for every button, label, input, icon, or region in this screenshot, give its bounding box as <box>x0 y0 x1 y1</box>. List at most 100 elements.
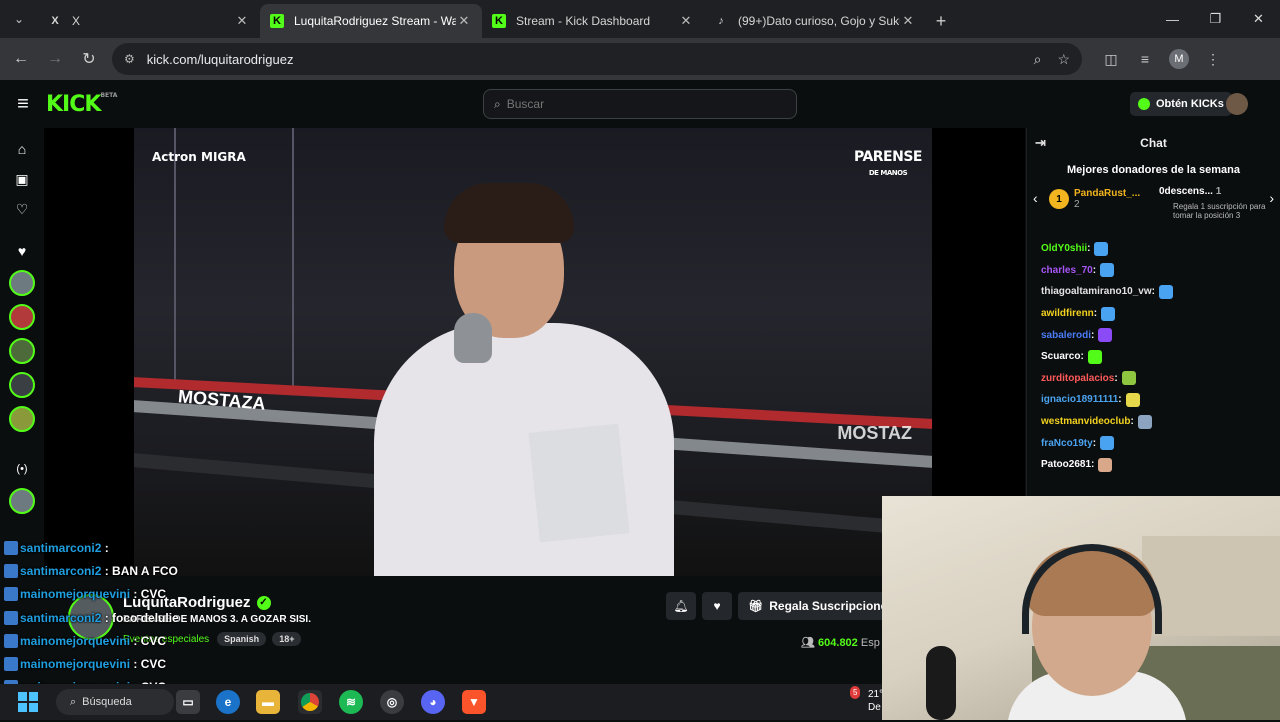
live-broadcast-icon: (•) <box>16 463 28 475</box>
chat-messages: OldY0shii: charles_70: thiagoaltamirano10_… <box>1027 228 1280 476</box>
close-icon[interactable]: ✕ <box>456 13 472 29</box>
chat-message: westmanvideoclub: <box>1041 411 1266 433</box>
search-input[interactable] <box>506 97 662 111</box>
channel-avatar[interactable] <box>9 270 35 296</box>
top-donors: Mejores donadores de la semana ‹ › 1 Pan… <box>1033 164 1274 220</box>
channel-avatar[interactable] <box>9 372 35 398</box>
task-view-icon[interactable]: ▭ <box>176 690 200 714</box>
subscriber-badge-icon <box>4 540 18 555</box>
event-logo: PARENSE DE MANOS <box>853 149 923 177</box>
chat-username[interactable]: sabalerodi <box>1041 330 1091 341</box>
taskbar-search[interactable]: ⌕ Búsqueda <box>56 689 174 715</box>
channel-avatar[interactable] <box>9 338 35 364</box>
weather-widget[interactable]: 5 21° De <box>840 686 883 714</box>
host-figure <box>374 323 674 576</box>
close-window-icon[interactable]: ✕ <box>1237 0 1280 38</box>
chat-username[interactable]: Scuarco <box>1041 351 1080 362</box>
emote-icon <box>1100 263 1115 278</box>
tab-search-icon[interactable]: ⌄ <box>0 0 38 38</box>
chat-username[interactable]: OldY0shii <box>1041 243 1087 254</box>
chat-message: sabalerodi: <box>1041 324 1266 346</box>
browser-menu-icon[interactable]: ⋮ <box>1196 43 1230 75</box>
video-player[interactable]: MOSTAZA MOSTAZ Actron MIGRA PARENSE DE MA… <box>44 128 1025 576</box>
notification-bell-icon[interactable]: 🔔︎ <box>666 592 696 620</box>
viewers-icon: 👥︎ <box>801 637 815 649</box>
spotify-icon[interactable]: ≋ <box>339 690 363 714</box>
chat-message: fraNco19ty: <box>1041 432 1266 454</box>
chat-username[interactable]: Patoo2681 <box>1041 459 1091 470</box>
new-tab-button[interactable]: + <box>926 4 956 38</box>
chevron-right-icon[interactable]: › <box>1269 190 1274 206</box>
emote-icon <box>1087 349 1102 364</box>
tab-title: (99+)Dato curioso, Gojo y Suku <box>738 14 900 28</box>
channel-avatar[interactable] <box>9 304 35 330</box>
edge-icon[interactable]: e <box>216 690 240 714</box>
file-explorer-icon[interactable]: ▬ <box>256 690 280 714</box>
channel-avatar[interactable] <box>9 488 35 514</box>
subscriber-badge-icon <box>4 587 18 602</box>
back-arrow-icon[interactable]: ← <box>4 42 38 76</box>
tab-title: Stream - Kick Dashboard <box>516 14 651 28</box>
get-kicks-button[interactable]: Obtén KICKs <box>1130 92 1232 116</box>
video-frame[interactable]: MOSTAZA MOSTAZ Actron MIGRA PARENSE DE MA… <box>134 128 932 576</box>
emote-icon <box>1100 436 1115 451</box>
search-icon: ⌕ <box>70 695 77 708</box>
emote-icon <box>1094 241 1109 256</box>
chat-username[interactable]: thiagoaltamirano10_vw <box>1041 286 1152 297</box>
tab-x[interactable]: X X ✕ <box>38 4 260 38</box>
minimize-icon[interactable]: — <box>1151 0 1194 38</box>
tab-kick-dashboard[interactable]: K Stream - Kick Dashboard ✕ <box>482 4 704 38</box>
chrome-icon[interactable] <box>298 690 322 714</box>
reload-icon[interactable]: ↻ <box>72 42 106 76</box>
extensions-icon[interactable]: ◫ <box>1094 43 1128 75</box>
overlay-username: mainomejorquevini <box>20 633 131 648</box>
overlay-username: mainomejorquevini <box>20 657 131 672</box>
chat-message: Scuarco: <box>1041 346 1266 368</box>
browse-icon[interactable]: ▣ <box>7 164 37 194</box>
close-icon[interactable]: ✕ <box>234 13 250 29</box>
subscriber-badge-icon <box>4 657 18 672</box>
collapse-chat-icon[interactable]: ⇥ <box>1035 135 1046 151</box>
emote-icon <box>1098 457 1113 472</box>
obs-icon[interactable]: ◎ <box>380 690 404 714</box>
overlay-username: santimarconi2 <box>20 610 102 625</box>
chat-username[interactable]: westmanvideoclub <box>1041 416 1130 427</box>
tab-kick-stream[interactable]: K LuquitaRodriguez Stream - Wat ✕ <box>260 4 482 38</box>
ring-sponsor-right: MOSTAZ <box>837 423 912 443</box>
overlay-chat-line: mainomejorquevini : CVC <box>4 629 284 652</box>
close-icon[interactable]: ✕ <box>678 13 694 29</box>
chat-username[interactable]: fraNco19ty <box>1041 438 1093 449</box>
forward-arrow-icon[interactable]: → <box>38 42 72 76</box>
site-settings-icon[interactable]: ⚙ <box>124 52 135 66</box>
chat-panel: ⇥ Chat Mejores donadores de la semana ‹ … <box>1026 128 1280 498</box>
follow-heart-button[interactable]: ♥ <box>702 592 732 620</box>
home-icon[interactable]: ⌂ <box>7 134 37 164</box>
chevron-left-icon[interactable]: ‹ <box>1033 190 1038 206</box>
kick-logo[interactable]: KICKBETA <box>46 92 117 117</box>
search-box[interactable]: ⌕ <box>483 89 797 119</box>
bookmark-star-icon[interactable]: ☆ <box>1057 51 1070 68</box>
menu-hamburger-icon[interactable]: ≡ <box>0 93 46 116</box>
tab-tiktok[interactable]: ♪ (99+)Dato curioso, Gojo y Suku ✕ <box>704 4 926 38</box>
discord-icon[interactable]: ◕ <box>421 690 445 714</box>
webcam-overlay <box>882 496 1280 720</box>
chat-username[interactable]: ignacio18911111 <box>1041 394 1118 405</box>
user-avatar[interactable] <box>1226 93 1248 115</box>
channel-avatar[interactable] <box>9 406 35 432</box>
windows-start-icon[interactable] <box>18 692 38 712</box>
chat-username[interactable]: charles_70 <box>1041 265 1093 276</box>
zoom-icon[interactable]: ⌕ <box>1034 51 1042 68</box>
gift-subscription-button[interactable]: 🎁︎ Regala Suscripcione <box>738 592 888 620</box>
url-input[interactable]: ⚙ kick.com/luquitarodriguez ⌕ ☆ <box>112 43 1082 75</box>
following-heart-icon[interactable]: ♡ <box>7 194 37 224</box>
brave-icon[interactable]: ▼ <box>462 690 486 714</box>
chat-username[interactable]: awildfirenn <box>1041 308 1094 319</box>
chat-username[interactable]: zurditopalacios <box>1041 373 1114 384</box>
host-hair <box>444 183 574 243</box>
restore-icon[interactable]: ❐ <box>1194 0 1237 38</box>
profile-avatar[interactable]: M <box>1162 43 1196 75</box>
overlay-username: santimarconi2 <box>20 563 102 578</box>
media-control-icon[interactable]: ≡ <box>1128 43 1162 75</box>
overlay-message: CVC <box>140 657 167 672</box>
close-icon[interactable]: ✕ <box>900 13 916 29</box>
